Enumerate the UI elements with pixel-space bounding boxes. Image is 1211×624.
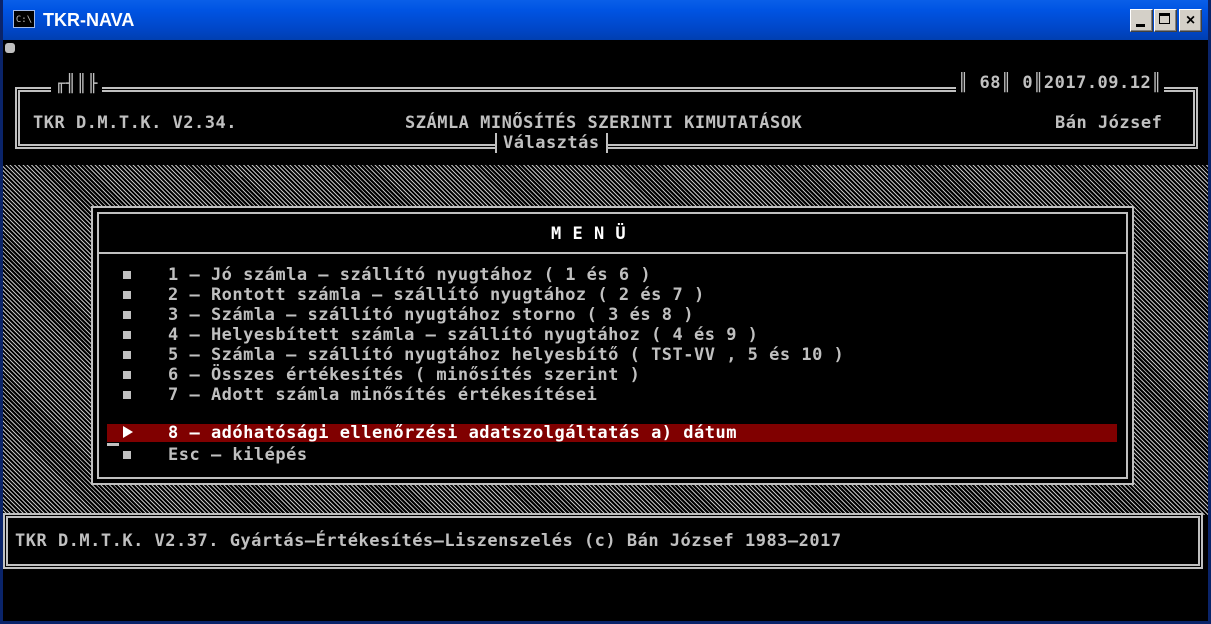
maximize-button[interactable]: [1154, 9, 1177, 32]
console-window: C:\ TKR-NAVA × ╓╢║╟ ║ 68║ 0║2017.09.12║ …: [0, 0, 1211, 624]
minimize-button[interactable]: [1130, 9, 1153, 32]
menu-item-4[interactable]: 4 – Helyesbített számla – szállító nyugt…: [168, 325, 758, 345]
minimize-icon: [1136, 24, 1145, 27]
section-label: Választás: [495, 133, 608, 153]
report-title: SZÁMLA MINŐSÍTÉS SZERINTI KIMUTATÁSOK: [405, 113, 803, 133]
menu-title-separator: [97, 252, 1128, 254]
menu-bullet: [123, 291, 131, 299]
menu-item-5[interactable]: 5 – Számla – szállító nyugtához helyesbí…: [168, 345, 844, 365]
footer-text: TKR D.M.T.K. V2.37. Gyártás–Értékesítés–…: [15, 531, 842, 551]
close-button[interactable]: ×: [1179, 9, 1202, 32]
menu-item-6[interactable]: 6 – Összes értékesítés ( minősítés szeri…: [168, 365, 640, 385]
menu-item-3[interactable]: 3 – Számla – szállító nyugtához storno (…: [168, 305, 694, 325]
menu-bullet: [123, 371, 131, 379]
text-cursor: [107, 443, 119, 446]
menu-item-7[interactable]: 7 – Adott számla minősítés értékesítései: [168, 385, 597, 405]
menu-item-1[interactable]: 1 – Jó számla – szállító nyugtához ( 1 é…: [168, 265, 651, 285]
close-icon: ×: [1185, 12, 1196, 29]
console-app-icon[interactable]: C:\: [13, 10, 35, 28]
menu-item-2[interactable]: 2 – Rontott számla – szállító nyugtához …: [168, 285, 705, 305]
selection-arrow-icon: [123, 426, 133, 438]
user-name: Bán József: [1055, 113, 1163, 133]
maximize-icon: [1159, 13, 1170, 24]
menu-bullet: [123, 311, 131, 319]
menu-bullet: [123, 391, 131, 399]
menu-bullet: [123, 331, 131, 339]
menu-item-esc[interactable]: Esc – kilépés: [168, 445, 308, 465]
header-counters: ║ 68║ 0║2017.09.12║: [956, 73, 1164, 93]
header-topline-decoration: ╓╢║╟: [51, 74, 102, 94]
menu-bullet: [123, 271, 131, 279]
mouse-icon: [5, 43, 15, 53]
console-area[interactable]: ╓╢║╟ ║ 68║ 0║2017.09.12║ TKR D.M.T.K. V2…: [3, 40, 1208, 621]
menu-bullet: [123, 351, 131, 359]
menu-title: M E N Ü: [551, 224, 627, 244]
app-version: TKR D.M.T.K. V2.34.: [33, 113, 237, 133]
window-title: TKR-NAVA: [43, 10, 135, 30]
menu-bullet: [123, 451, 131, 459]
title-bar[interactable]: C:\ TKR-NAVA ×: [3, 0, 1208, 40]
menu-item-8[interactable]: 8 – adóhatósági ellenőrzési adatszolgált…: [168, 423, 737, 443]
